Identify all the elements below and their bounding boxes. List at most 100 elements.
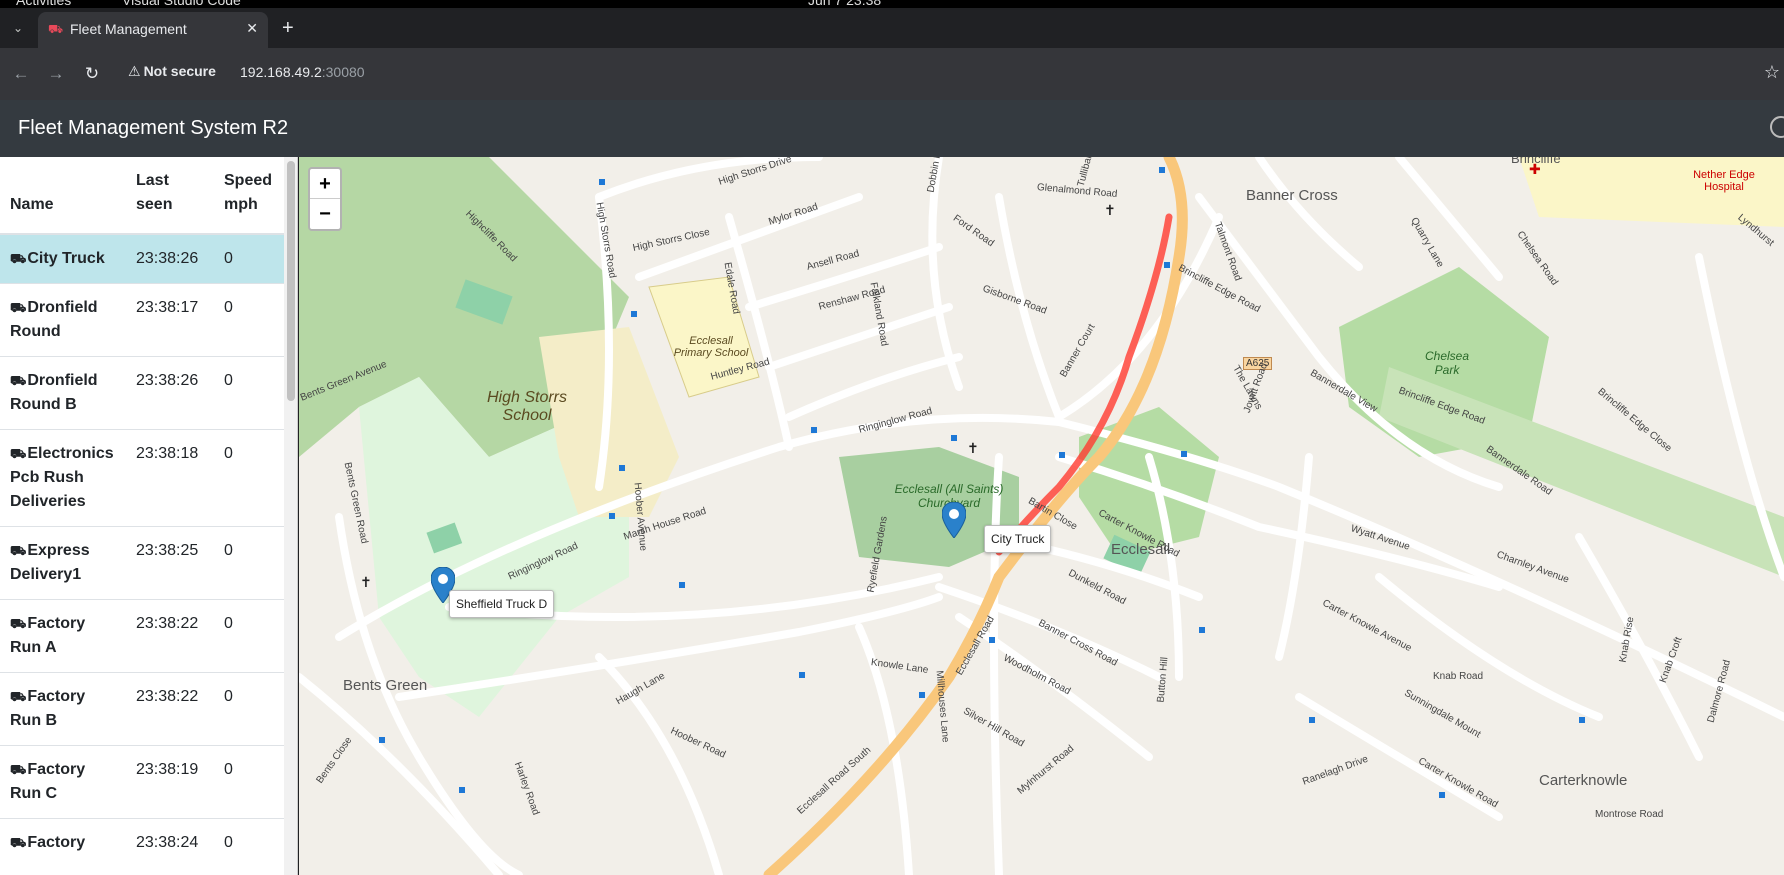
place-label-carterknowle: Carterknowle	[1539, 772, 1628, 789]
speed-cell: 0	[214, 283, 284, 357]
column-header-name: Name	[0, 157, 126, 235]
zoom-in-button[interactable]: +	[310, 169, 340, 199]
vehicle-name-cell: ⛟Electronics Pcb Rush Deliveries	[0, 429, 126, 527]
last-seen-cell: 23:38:26	[126, 356, 214, 430]
place-label-hospital: Nether Edge Hospital	[1693, 169, 1755, 193]
vehicle-row[interactable]: ⛟Factory Run A 23:38:22 0	[0, 599, 284, 673]
place-label-bents-green: Bents Green	[343, 677, 428, 694]
vehicle-name-cell: ⛟Factory Run C	[0, 745, 126, 819]
url-host: 192.168.49.2	[240, 64, 322, 80]
truck-icon: ⛟	[10, 689, 27, 704]
speed-cell: 0	[214, 356, 284, 430]
vehicle-list-panel: Name Last seen Speed mph ⛟City Truck 23:…	[0, 157, 298, 875]
last-seen-cell: 23:38:18	[126, 429, 214, 527]
os-top-bar: Activities Visual Studio Code Jun 7 23:3…	[0, 0, 1784, 8]
vehicle-row-selected[interactable]: ⛟City Truck 23:38:26 0	[0, 233, 284, 284]
forward-icon[interactable]: →	[44, 62, 68, 86]
vehicle-name-cell: ⛟Factory Run A	[0, 599, 126, 673]
road-label-montrose-road: Montrose Road	[1595, 809, 1664, 820]
vehicle-name-cell: ⛟Dronfield Round	[0, 283, 126, 357]
vehicle-name: Factory	[27, 834, 86, 851]
vehicle-row[interactable]: ⛟Dronfield Round 23:38:17 0	[0, 283, 284, 357]
clock[interactable]: Jun 7 23:38	[808, 0, 881, 8]
place-label-ecclesall-primary: Ecclesall Primary School	[673, 335, 749, 359]
browser-tab[interactable]: ⛟ Fleet Management ✕	[38, 12, 268, 48]
map-view[interactable]: + − Banner Cross Ecclesall Bents Green C…	[299, 157, 1784, 875]
table-header-row: Name Last seen Speed mph	[0, 157, 284, 235]
vehicle-name-cell: ⛟City Truck	[0, 233, 126, 284]
zoom-control: + −	[308, 167, 342, 231]
security-indicator[interactable]: ⚠ Not secure	[128, 63, 216, 80]
vehicle-row[interactable]: ⛟Express Delivery1 23:38:25 0	[0, 526, 284, 600]
vehicle-label-city-truck[interactable]: City Truck	[984, 525, 1052, 553]
app-navbar: Fleet Management System R2	[0, 100, 1784, 157]
vehicle-name-cell: ⛟Express Delivery1	[0, 526, 126, 600]
last-seen-cell: 23:38:17	[126, 283, 214, 357]
vehicle-row[interactable]: ⛟Factory 23:38:24 0	[0, 818, 284, 867]
activities-label[interactable]: Activities	[16, 0, 71, 8]
vehicle-name: City Truck	[27, 250, 105, 267]
tab-search-chevron-icon[interactable]: ⌄	[6, 18, 30, 38]
speed-cell: 0	[214, 745, 284, 819]
speed-cell: 0	[214, 599, 284, 673]
active-app-label[interactable]: Visual Studio Code	[122, 0, 241, 8]
scrollbar-thumb[interactable]	[287, 161, 295, 401]
speed-cell: 0	[214, 526, 284, 600]
vehicle-name-cell: ⛟Dronfield Round B	[0, 356, 126, 430]
sidebar-scrollbar[interactable]	[284, 157, 297, 875]
last-seen-cell: 23:38:19	[126, 745, 214, 819]
reload-icon[interactable]: ↻	[80, 62, 104, 86]
truck-icon: ⛟	[10, 762, 27, 777]
truck-icon: ⛟	[10, 835, 27, 850]
bookmark-star-icon[interactable]: ☆	[1764, 62, 1780, 83]
browser-tab-strip: ⌄ ⛟ Fleet Management ✕ +	[0, 8, 1784, 48]
security-label: Not secure	[143, 63, 216, 79]
hospital-icon: ✚	[1529, 161, 1541, 177]
truck-icon: ⛟	[10, 616, 27, 631]
vehicle-name-cell: ⛟Factory	[0, 818, 126, 867]
close-tab-icon[interactable]: ✕	[246, 20, 258, 37]
place-label-high-storrs-school: High Storrs School	[486, 389, 568, 424]
last-seen-cell: 23:38:24	[126, 818, 214, 867]
vehicle-table: Name Last seen Speed mph ⛟City Truck 23:…	[0, 157, 284, 867]
church-icon: ✝	[1104, 202, 1116, 218]
last-seen-cell: 23:38:22	[126, 599, 214, 673]
url-port: :30080	[321, 64, 365, 80]
new-tab-icon[interactable]: +	[282, 18, 294, 38]
truck-icon: ⛟	[10, 300, 27, 315]
column-header-speed: Speed mph	[214, 157, 284, 235]
user-menu-icon[interactable]	[1770, 116, 1784, 138]
speed-cell: 0	[214, 672, 284, 746]
truck-icon: ⛟	[10, 543, 27, 558]
vehicle-row[interactable]: ⛟Factory Run C 23:38:19 0	[0, 745, 284, 819]
back-icon[interactable]: ←	[9, 62, 33, 86]
church-icon: ✝	[967, 440, 979, 456]
url-field[interactable]: 192.168.49.2:30080	[240, 64, 365, 80]
church-icon: ✝	[360, 574, 372, 590]
speed-cell: 0	[214, 233, 284, 284]
tab-title: Fleet Management	[70, 21, 187, 37]
truck-favicon-icon: ⛟	[48, 22, 64, 36]
place-label-banner-cross: Banner Cross	[1246, 187, 1338, 204]
warning-icon: ⚠	[128, 63, 141, 79]
place-label-chelsea-park: Chelsea Park	[1424, 349, 1470, 377]
vehicle-name-cell: ⛟Factory Run B	[0, 672, 126, 746]
column-header-last-seen: Last seen	[126, 157, 214, 235]
vehicle-row[interactable]: ⛟Dronfield Round B 23:38:26 0	[0, 356, 284, 430]
last-seen-cell: 23:38:26	[126, 233, 214, 284]
vehicle-marker-city-truck[interactable]	[942, 502, 966, 538]
vehicle-row[interactable]: ⛟Electronics Pcb Rush Deliveries 23:38:1…	[0, 429, 284, 527]
truck-icon: ⛟	[10, 373, 27, 388]
speed-cell: 0	[214, 429, 284, 527]
last-seen-cell: 23:38:22	[126, 672, 214, 746]
last-seen-cell: 23:38:25	[126, 526, 214, 600]
vehicle-row[interactable]: ⛟Factory Run B 23:38:22 0	[0, 672, 284, 746]
truck-icon: ⛟	[10, 251, 27, 266]
truck-icon: ⛟	[10, 446, 27, 461]
speed-cell: 0	[214, 818, 284, 867]
browser-toolbar: ← → ↻ ⚠ Not secure 192.168.49.2:30080 ☆	[0, 48, 1784, 100]
zoom-out-button[interactable]: −	[310, 199, 340, 229]
road-label-knab-road: Knab Road	[1433, 671, 1484, 682]
vehicle-label-sheffield-truck-d[interactable]: Sheffield Truck D	[449, 590, 555, 618]
app-title[interactable]: Fleet Management System R2	[18, 117, 288, 140]
